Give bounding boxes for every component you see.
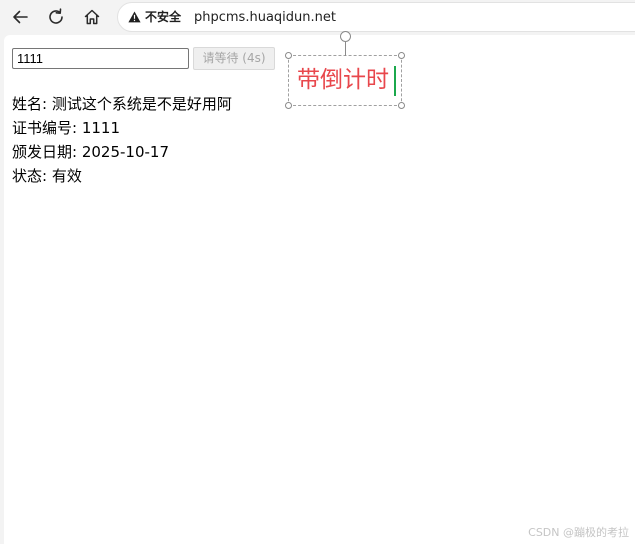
text-caret [394, 66, 396, 96]
home-button[interactable] [79, 4, 105, 30]
back-arrow-icon [13, 10, 28, 24]
home-icon [84, 9, 100, 25]
reload-icon [49, 8, 63, 24]
result-certificate-number: 证书编号: 1111 [12, 119, 120, 137]
wait-countdown-button[interactable]: 请等待 (4s) [193, 47, 275, 70]
resize-handle-bottom-right[interactable] [398, 102, 405, 109]
annotation-text[interactable]: 带倒计时 [297, 66, 389, 94]
warning-icon[interactable] [128, 11, 141, 23]
url-text[interactable]: phpcms.huaqidun.net [194, 9, 336, 26]
result-status: 状态: 有效 [12, 167, 82, 185]
resize-handle-top-left[interactable] [285, 52, 292, 59]
reload-button[interactable] [43, 4, 69, 30]
csdn-watermark: CSDN @蹦极的考拉 [528, 526, 629, 539]
security-status-label[interactable]: 不安全 [145, 10, 181, 25]
page-content: 请等待 (4s) 带倒计时 姓名: 测试这个系统是不是好用阿 证书编号: 111… [4, 31, 635, 544]
annotation-textbox[interactable]: 带倒计时 [285, 31, 405, 109]
browser-toolbar: 不安全 phpcms.huaqidun.net [0, 0, 635, 34]
rotate-connector [345, 42, 346, 56]
certificate-result: 姓名: 测试这个系统是不是好用阿 证书编号: 1111 颁发日期: 2025-1… [12, 92, 232, 188]
resize-handle-bottom-left[interactable] [285, 102, 292, 109]
result-issue-date: 颁发日期: 2025-10-17 [12, 143, 169, 161]
result-name: 姓名: 测试这个系统是不是好用阿 [12, 95, 232, 113]
rotate-handle[interactable] [340, 31, 351, 42]
resize-handle-top-right[interactable] [398, 52, 405, 59]
address-bar[interactable]: 不安全 phpcms.huaqidun.net [117, 2, 635, 32]
back-button[interactable] [7, 4, 33, 30]
certificate-number-input[interactable] [12, 48, 189, 69]
